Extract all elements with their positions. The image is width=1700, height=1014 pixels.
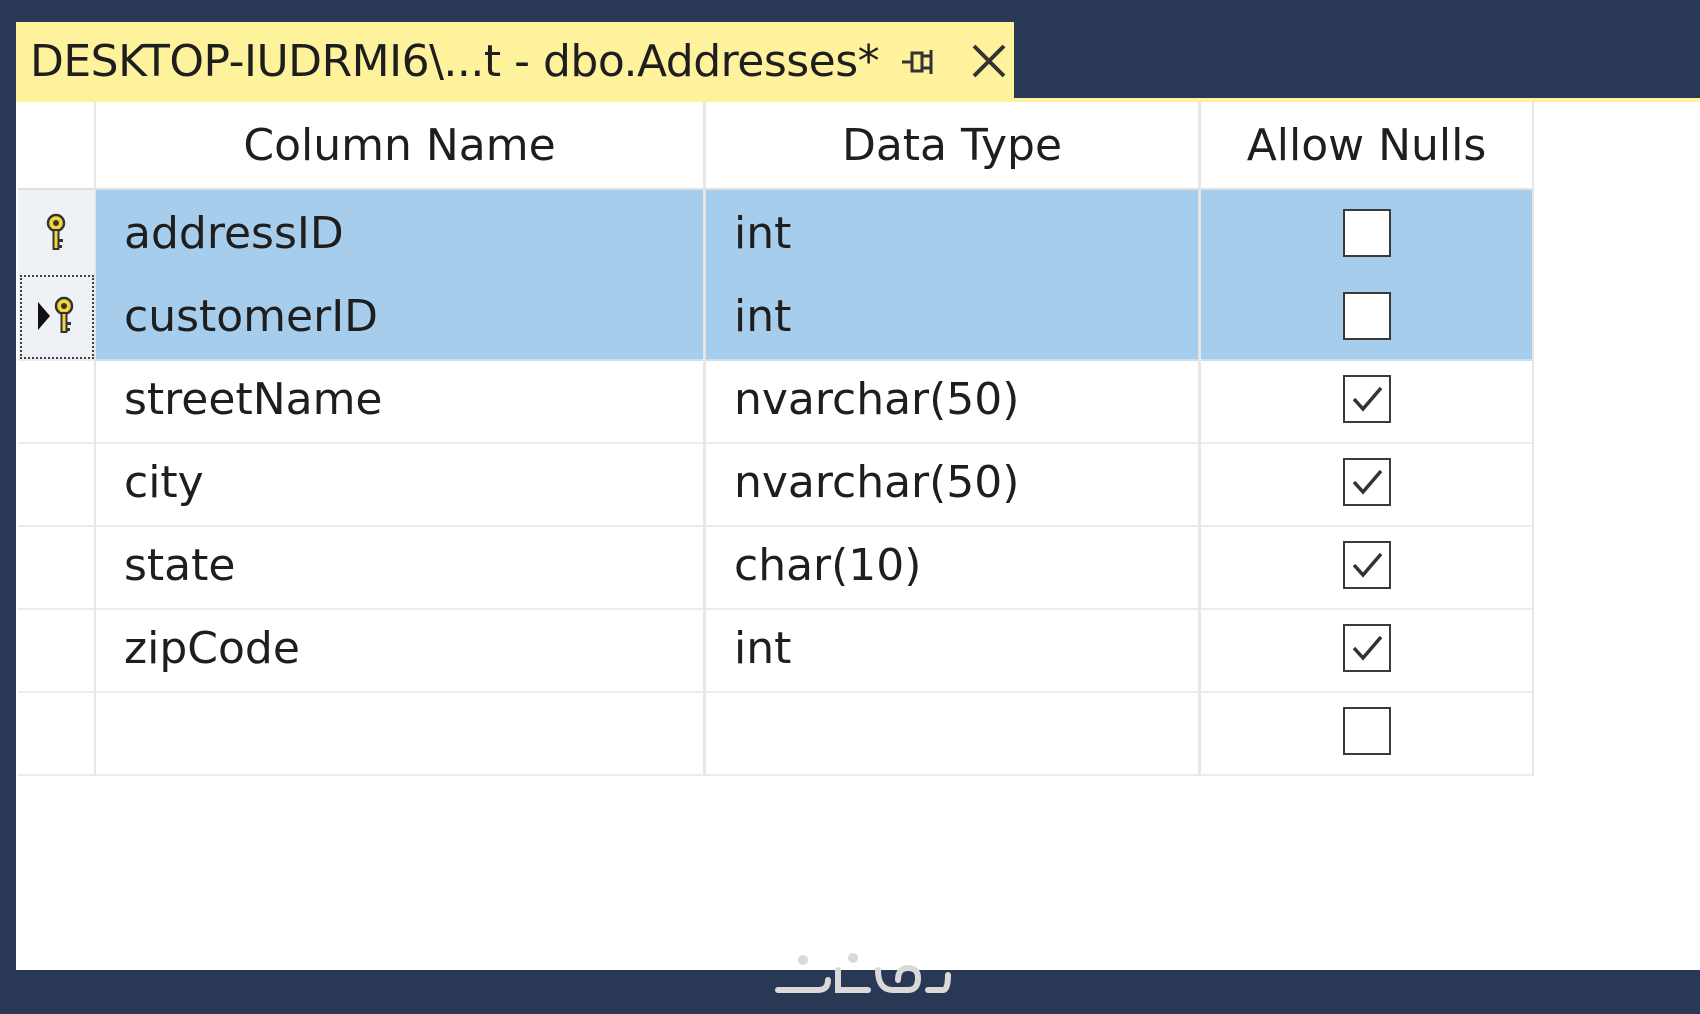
table-row[interactable]: state char(10) (18, 522, 1534, 610)
current-row-arrow-icon (36, 296, 52, 336)
column-name-cell[interactable] (96, 688, 706, 776)
header-column-name[interactable]: Column Name (96, 102, 706, 190)
allow-nulls-cell (1201, 688, 1534, 776)
data-type-cell[interactable]: int (706, 605, 1201, 693)
column-name-cell[interactable]: customerID (96, 273, 706, 361)
allow-nulls-checkbox[interactable] (1342, 707, 1391, 755)
allow-nulls-checkbox[interactable] (1342, 375, 1391, 423)
table-row[interactable]: customerID int (18, 273, 1534, 361)
allow-nulls-cell (1201, 439, 1534, 527)
column-name-cell[interactable]: state (96, 522, 706, 610)
pin-icon[interactable] (898, 42, 938, 82)
column-name-cell[interactable]: zipCode (96, 605, 706, 693)
header-data-type[interactable]: Data Type (706, 102, 1201, 190)
row-selector[interactable] (18, 439, 96, 527)
allow-nulls-cell (1201, 605, 1534, 693)
data-type-cell[interactable]: int (706, 190, 1201, 278)
table-designer: Column Name Data Type Allow Nulls addres… (16, 102, 1700, 993)
data-type-cell[interactable]: nvarchar(50) (706, 356, 1201, 444)
column-name-cell[interactable]: city (96, 439, 706, 527)
row-selector[interactable] (18, 356, 96, 444)
row-selector[interactable] (18, 688, 96, 776)
header-allow-nulls[interactable]: Allow Nulls (1201, 102, 1534, 190)
data-type-cell[interactable] (706, 688, 1201, 776)
column-name-cell[interactable]: addressID (96, 190, 706, 278)
data-type-cell[interactable]: nvarchar(50) (706, 439, 1201, 527)
close-icon[interactable] (968, 40, 1010, 82)
left-frame-edge (0, 0, 16, 970)
row-selector[interactable] (18, 190, 96, 278)
allow-nulls-checkbox[interactable] (1342, 541, 1391, 589)
primary-key-icon (52, 296, 76, 336)
data-type-cell[interactable]: char(10) (706, 522, 1201, 610)
allow-nulls-cell (1201, 356, 1534, 444)
data-type-cell[interactable]: int (706, 273, 1201, 361)
row-selector[interactable] (18, 522, 96, 610)
tab-title: DESKTOP-IUDRMI6\...t - dbo.Addresses* (30, 35, 880, 87)
table-row[interactable] (18, 688, 1534, 776)
allow-nulls-checkbox[interactable] (1342, 292, 1391, 340)
allow-nulls-checkbox[interactable] (1342, 458, 1391, 506)
allow-nulls-cell (1201, 273, 1534, 361)
grid-header: Column Name Data Type Allow Nulls (18, 102, 1534, 190)
table-row[interactable]: streetName nvarchar(50) (18, 356, 1534, 444)
allow-nulls-checkbox[interactable] (1342, 209, 1391, 257)
document-tab[interactable]: DESKTOP-IUDRMI6\...t - dbo.Addresses* (16, 22, 1014, 100)
row-selector[interactable] (18, 605, 96, 693)
column-name-cell[interactable]: streetName (96, 356, 706, 444)
table-row[interactable]: addressID int (18, 190, 1534, 278)
header-row-selector (18, 102, 96, 190)
allow-nulls-cell (1201, 190, 1534, 278)
khamsat-logo (16, 940, 1700, 1014)
allow-nulls-cell (1201, 522, 1534, 610)
row-selector[interactable] (18, 273, 96, 361)
primary-key-icon (44, 213, 68, 253)
allow-nulls-checkbox[interactable] (1342, 624, 1391, 672)
table-row[interactable]: zipCode int (18, 605, 1534, 693)
table-row[interactable]: city nvarchar(50) (18, 439, 1534, 527)
